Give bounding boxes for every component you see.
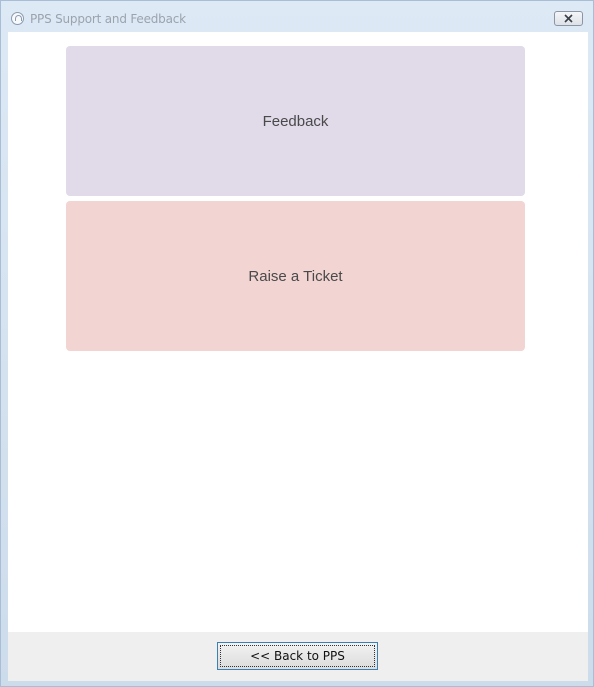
title-bar: PPS Support and Feedback: [1, 1, 593, 31]
feedback-button[interactable]: Feedback: [66, 46, 525, 196]
back-to-pps-button[interactable]: << Back to PPS: [217, 642, 378, 670]
feedback-label: Feedback: [262, 112, 329, 130]
close-button[interactable]: [554, 11, 583, 26]
window-title: PPS Support and Feedback: [30, 12, 186, 26]
client-area: Feedback Raise a Ticket << Back to PPS: [8, 32, 588, 681]
raise-ticket-button[interactable]: Raise a Ticket: [66, 201, 525, 351]
close-icon: [564, 14, 573, 23]
app-window: PPS Support and Feedback Feedback Raise …: [0, 0, 594, 687]
raise-ticket-label: Raise a Ticket: [248, 267, 343, 285]
back-to-pps-label: << Back to PPS: [220, 645, 375, 667]
app-icon: [11, 12, 24, 25]
footer-bar: << Back to PPS: [8, 632, 588, 681]
